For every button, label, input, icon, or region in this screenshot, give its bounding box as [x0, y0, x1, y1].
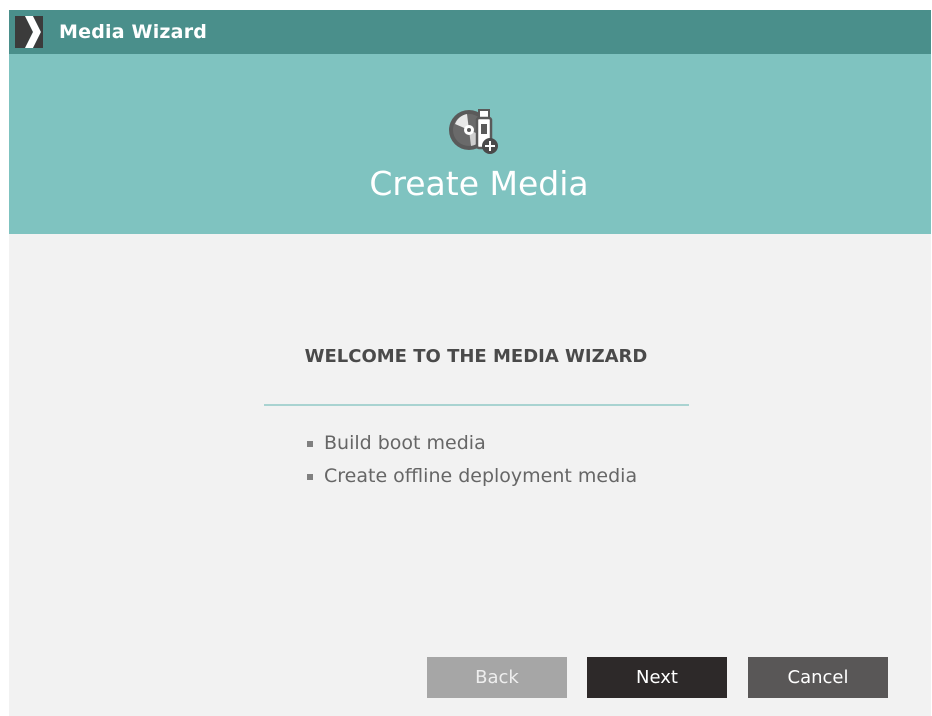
wizard-banner: Create Media [9, 54, 931, 234]
list-item: Create offline deployment media [307, 459, 637, 492]
list-item-label: Build boot media [324, 431, 486, 454]
list-item-label: Create offline deployment media [324, 464, 638, 487]
back-button[interactable]: Back [427, 657, 567, 698]
cancel-button[interactable]: Cancel [748, 657, 888, 698]
welcome-heading: WELCOME TO THE MEDIA WIZARD [304, 346, 648, 367]
bullet-icon [307, 473, 313, 480]
next-button[interactable]: Next [587, 657, 727, 698]
banner-title: Create Media [369, 164, 589, 203]
wizard-content: WELCOME TO THE MEDIA WIZARD Build boot m… [9, 234, 931, 716]
bullet-icon [307, 440, 313, 447]
disc-and-usb-icon [449, 109, 498, 154]
heading-divider [264, 404, 689, 406]
media-wizard-window: Media Wizard Create Media WELCOME TO THE… [9, 10, 931, 716]
feature-list: Build boot media Create offline deployme… [307, 426, 637, 492]
title-bar[interactable]: Media Wizard [9, 10, 931, 54]
list-item: Build boot media [307, 426, 637, 459]
app-logo-icon [15, 16, 43, 48]
window-title: Media Wizard [59, 21, 208, 43]
